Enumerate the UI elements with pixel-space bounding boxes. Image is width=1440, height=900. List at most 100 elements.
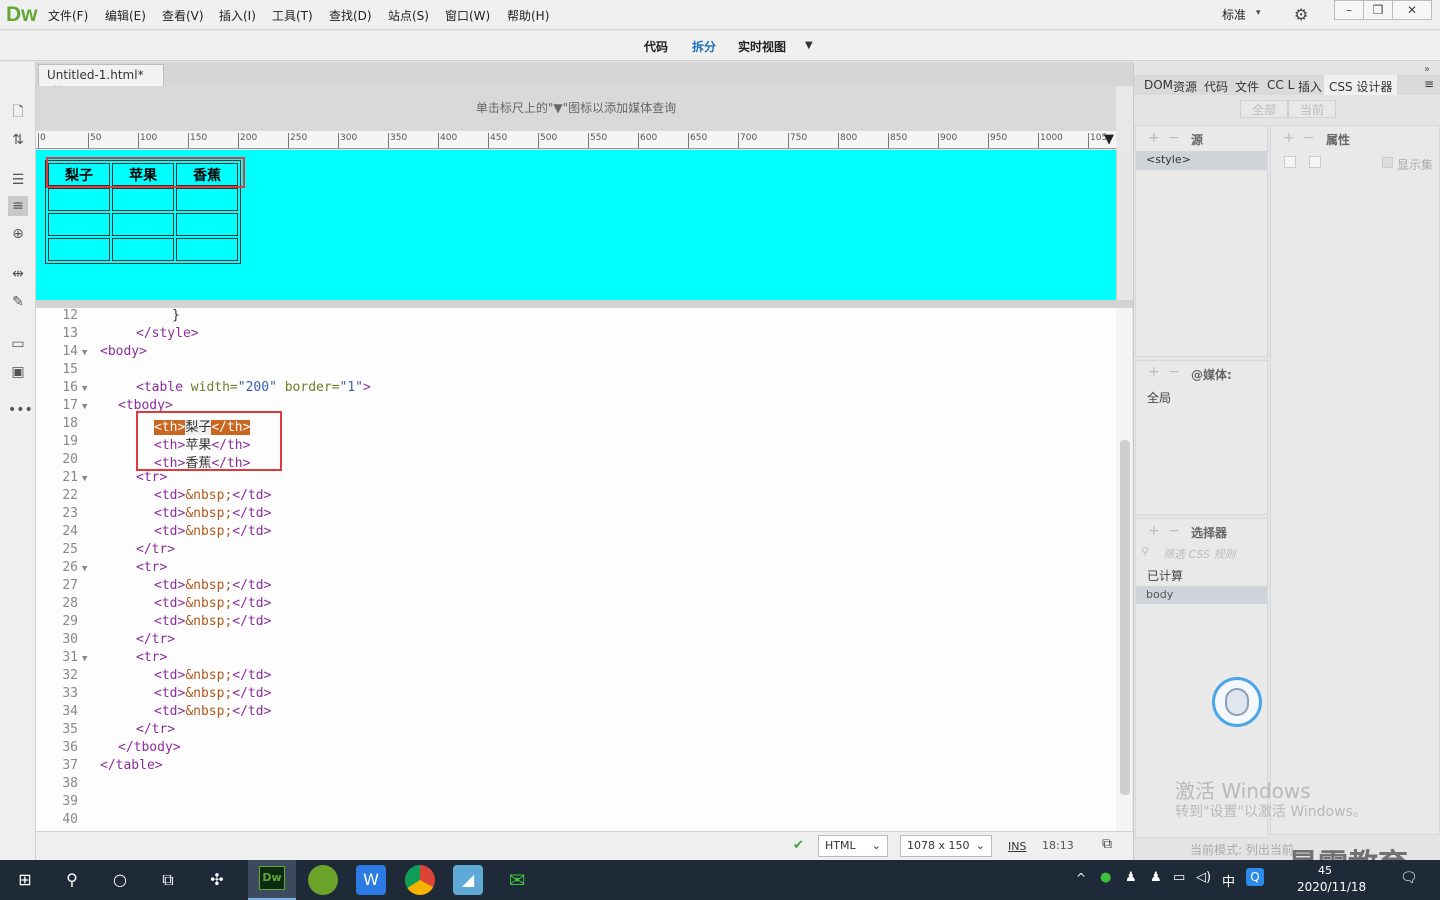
current-toggle-button[interactable]: 当前 [1288,100,1336,118]
fold-arrow-icon[interactable]: ▼ [82,474,87,484]
source-style-item[interactable]: <style> [1136,151,1267,170]
tab-assets[interactable]: 资源 [1173,78,1197,95]
panel-menu-icon[interactable]: ≡ [1424,77,1434,91]
qq-avatar-icon[interactable] [1212,677,1262,727]
code-line[interactable]: <tr> [136,650,167,665]
table-cell[interactable] [176,188,238,211]
menu-help[interactable]: 帮助(H) [507,7,549,24]
document-tab[interactable]: Untitled-1.html* × [38,64,164,96]
windows-start-icon[interactable]: ⊞ [10,865,40,895]
table-cell[interactable] [48,238,110,261]
code-line[interactable]: <body> [100,344,147,359]
wps-icon[interactable]: W [356,865,386,895]
notification-icon[interactable]: 🗨 [1400,870,1418,886]
tab-files[interactable]: 文件 [1235,78,1259,95]
search-icon[interactable]: ⚲ [57,865,87,895]
menu-insert[interactable]: 插入(I) [219,7,256,24]
code-line[interactable]: <table width="200" border="1"> [136,380,371,395]
code-scrollbar-thumb[interactable] [1120,440,1130,795]
menu-site[interactable]: 站点(S) [388,7,429,24]
all-toggle-button[interactable]: 全部 [1240,100,1288,118]
tab-insert[interactable]: 插入 [1298,78,1322,95]
code-line[interactable]: <td>&nbsp;</td> [154,506,271,521]
volume-icon[interactable]: ◁) [1196,870,1211,885]
remove-media-icon[interactable]: − [1168,364,1180,380]
selector-filter-input[interactable]: 筛选 CSS 规则 [1163,546,1235,562]
add-property-icon[interactable]: + [1283,130,1295,146]
table-row[interactable] [48,188,238,211]
remove-property-icon[interactable]: − [1303,130,1315,146]
brush-icon[interactable]: ✎ [8,292,28,312]
target-icon[interactable]: ⊕ [8,224,28,244]
fold-arrow-icon[interactable]: ▼ [82,384,87,394]
table-cell[interactable] [176,213,238,236]
network-icon[interactable]: ▭ [1173,870,1185,885]
code-line[interactable]: <td>&nbsp;</td> [154,524,271,539]
selector-body-item[interactable]: body [1136,586,1267,604]
code-view[interactable]: 12 13 14 15 16 17 18 19 20 21 22 23 24 2… [36,308,1116,831]
design-view[interactable]: 梨子 苹果 香蕉 [36,150,1116,300]
sort-icon[interactable]: ⇅ [8,130,28,150]
code-line[interactable]: </tr> [136,632,175,647]
show-set-checkbox[interactable] [1382,157,1393,168]
table-cell[interactable] [112,213,174,236]
tray-qq2-icon[interactable]: ♟ [1150,870,1162,885]
design-scrollbar[interactable] [1116,150,1132,300]
taskbar-dreamweaver[interactable]: Dw [248,860,296,900]
add-source-icon[interactable]: + [1148,130,1160,146]
tray-wechat-icon[interactable]: ● [1100,870,1111,885]
format-icon[interactable]: ≡ [8,196,28,216]
clock-date[interactable]: 2020/11/18 [1297,880,1366,894]
melon-app-icon[interactable] [308,865,338,895]
notes-app-icon[interactable]: ◢ [453,865,483,895]
table-row[interactable] [48,213,238,236]
table-row[interactable] [48,238,238,261]
fold-arrow-icon[interactable]: ▼ [82,654,87,664]
chevron-up-icon[interactable]: ^ [1076,871,1086,885]
close-window-button[interactable]: ✕ [1392,0,1432,20]
chevron-down-icon[interactable]: ▼ [805,40,813,51]
text-filter-icon[interactable] [1309,156,1321,168]
expand-icon[interactable]: ⇹ [8,264,28,284]
tray-q-icon[interactable]: Q [1246,868,1264,886]
code-line[interactable]: <td>&nbsp;</td> [154,578,271,593]
menu-edit[interactable]: 编辑(E) [105,7,146,24]
code-line[interactable]: <td>&nbsp;</td> [154,686,271,701]
inspect-icon[interactable]: ☰ [8,170,28,190]
code-line[interactable]: <td>&nbsp;</td> [154,596,271,611]
code-line[interactable]: <td>&nbsp;</td> [154,488,271,503]
computed-item[interactable]: 已计算 [1147,567,1183,584]
live-view-button[interactable]: 实时视图 [738,38,786,55]
code-line[interactable]: <td>&nbsp;</td> [154,614,271,629]
workspace-switcher[interactable]: 标准 [1222,6,1246,23]
collapse-panel-icon[interactable]: » [1424,64,1430,75]
sync-settings-icon[interactable]: ⚙ [1294,5,1308,24]
window-size-select[interactable]: 1078 x 150 ⌄ [900,835,992,857]
ruler[interactable]: 0 50 100 150 200 250 300 350 400 450 500… [36,131,1116,149]
preview-icon[interactable]: ⧉ [1102,836,1112,852]
code-line[interactable]: <tr> [136,560,167,575]
task-view-icon[interactable]: ⧉ [153,865,183,895]
snippet-icon[interactable]: ▣ [8,362,28,382]
chrome-icon[interactable] [405,865,435,895]
tab-css-designer[interactable]: CSS 设计器 [1324,75,1398,95]
clock-time[interactable]: 45 [1318,864,1332,877]
maximize-button[interactable]: ❐ [1363,0,1393,20]
code-line[interactable]: <tr> [136,470,167,485]
minimize-button[interactable]: – [1334,0,1364,20]
fold-arrow-icon[interactable]: ▼ [82,564,87,574]
table-cell[interactable] [48,188,110,211]
file-icon[interactable]: 🗋 [8,102,28,122]
split-divider[interactable] [36,300,1133,308]
add-selector-icon[interactable]: + [1148,523,1160,539]
code-line[interactable]: } [172,308,180,323]
add-media-icon[interactable]: + [1148,364,1160,380]
comment-icon[interactable]: ▭ [8,334,28,354]
media-global-item[interactable]: 全局 [1147,389,1171,406]
layout-filter-icon[interactable] [1284,156,1296,168]
remove-selector-icon[interactable]: − [1168,523,1180,539]
chevron-down-icon[interactable]: ▾ [1256,8,1261,18]
table-cell[interactable] [112,188,174,211]
menu-find[interactable]: 查找(D) [329,7,372,24]
table-cell[interactable] [112,238,174,261]
